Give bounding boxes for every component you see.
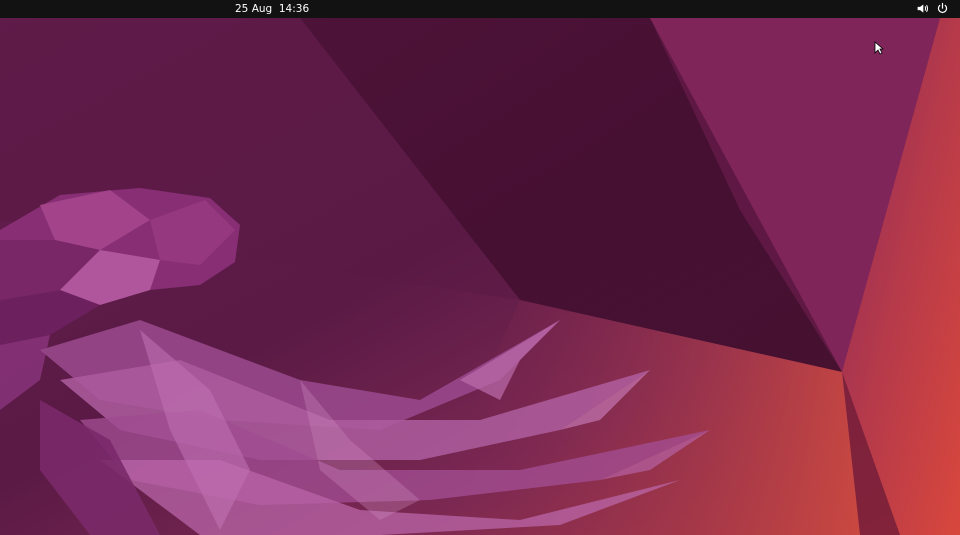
top-bar: 25 Aug 14:36: [0, 0, 960, 18]
speaker-volume-icon[interactable]: [916, 2, 929, 15]
date-time-display[interactable]: 25 Aug 14:36: [235, 0, 309, 18]
desktop-screen: 25 Aug 14:36: [0, 0, 960, 535]
mouse-cursor-icon: [874, 40, 885, 55]
power-icon[interactable]: [936, 2, 949, 15]
desktop-wallpaper: [0, 18, 960, 535]
